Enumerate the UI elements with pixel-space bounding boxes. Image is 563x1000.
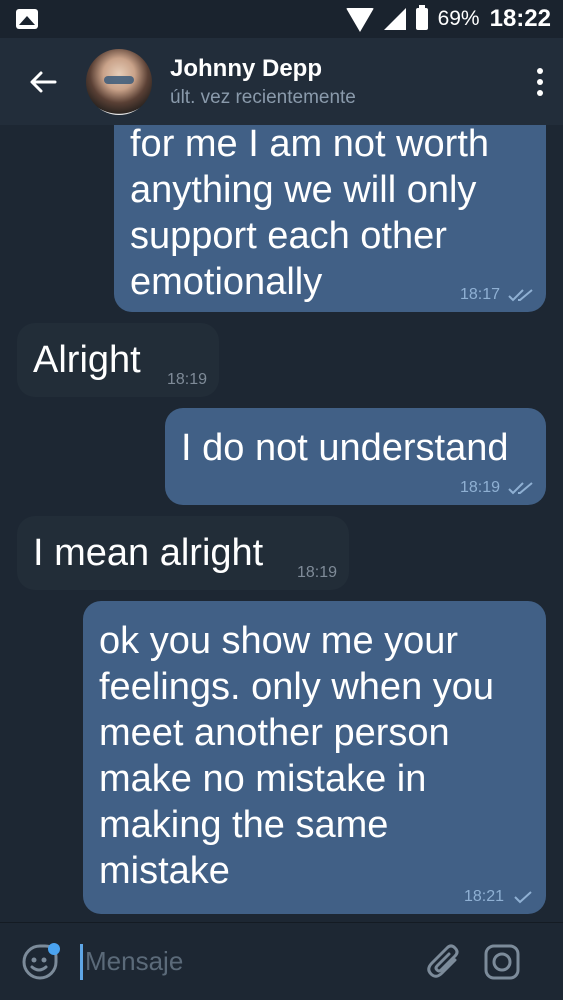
contact-info[interactable]: Johnny Depp últ. vez recientemente bbox=[170, 55, 356, 109]
camera-icon bbox=[484, 944, 520, 979]
back-button[interactable] bbox=[0, 38, 86, 125]
contact-avatar[interactable] bbox=[86, 48, 152, 115]
message-time: 18:19 bbox=[296, 564, 337, 581]
message-text: I do not understand bbox=[181, 427, 509, 469]
message-text: ok you show me your feelings. only when … bbox=[99, 620, 495, 892]
new-stickers-badge bbox=[48, 942, 60, 955]
dot-icon bbox=[537, 67, 543, 74]
message-composer bbox=[0, 922, 563, 1000]
paperclip-icon bbox=[427, 944, 459, 978]
message-input[interactable] bbox=[85, 941, 415, 982]
message-time: 18:19 bbox=[459, 479, 500, 496]
message-text: for me I am not worth anything we will o… bbox=[130, 125, 490, 303]
double-check-icon bbox=[508, 481, 534, 495]
more-options-button[interactable] bbox=[517, 38, 563, 125]
cell-signal-icon bbox=[383, 8, 406, 30]
message-time: 18:21 bbox=[463, 888, 504, 905]
battery-icon bbox=[415, 5, 428, 30]
message-time: 18:19 bbox=[166, 371, 207, 388]
status-bar: 69% 18:22 bbox=[0, 0, 563, 38]
message-bubble-incoming[interactable]: Alright 18:19 bbox=[17, 323, 219, 397]
gallery-notification-icon bbox=[16, 9, 38, 29]
contact-name: Johnny Depp bbox=[170, 54, 323, 82]
message-text: I mean alright bbox=[33, 532, 264, 574]
message-meta: 18:19 bbox=[297, 564, 337, 582]
message-list[interactable]: for me I am not worth anything we will o… bbox=[0, 125, 563, 922]
message-meta: 18:17 bbox=[460, 286, 534, 304]
dot-icon bbox=[537, 78, 543, 85]
message-meta: 18:19 bbox=[460, 479, 534, 497]
instant-camera-button[interactable] bbox=[473, 923, 531, 1000]
message-bubble-incoming[interactable]: I mean alright 18:19 bbox=[17, 516, 349, 590]
emoji-sticker-button[interactable] bbox=[0, 923, 80, 1000]
chat-header: Johnny Depp últ. vez recientemente bbox=[0, 38, 563, 125]
attach-button[interactable] bbox=[415, 923, 473, 1000]
message-bubble-outgoing[interactable]: ok you show me your feelings. only when … bbox=[83, 601, 546, 914]
text-cursor bbox=[80, 943, 83, 980]
dot-icon bbox=[537, 89, 543, 96]
message-bubble-outgoing[interactable]: for me I am not worth anything we will o… bbox=[114, 125, 546, 312]
status-indicators: 69% 18:22 bbox=[345, 5, 551, 33]
message-time: 18:17 bbox=[459, 286, 500, 303]
double-check-icon bbox=[508, 288, 534, 302]
message-meta: 18:21 bbox=[464, 888, 534, 906]
avatar-glasses bbox=[104, 75, 134, 84]
arrow-left-icon bbox=[30, 71, 57, 92]
message-bubble-outgoing[interactable]: I do not understand 18:19 bbox=[165, 408, 546, 505]
contact-last-seen: últ. vez recientemente bbox=[170, 86, 356, 108]
check-icon bbox=[512, 890, 534, 904]
battery-percentage: 69% bbox=[437, 7, 480, 30]
clock: 18:22 bbox=[489, 5, 551, 32]
wifi-icon bbox=[345, 8, 374, 32]
message-meta: 18:19 bbox=[167, 371, 207, 389]
